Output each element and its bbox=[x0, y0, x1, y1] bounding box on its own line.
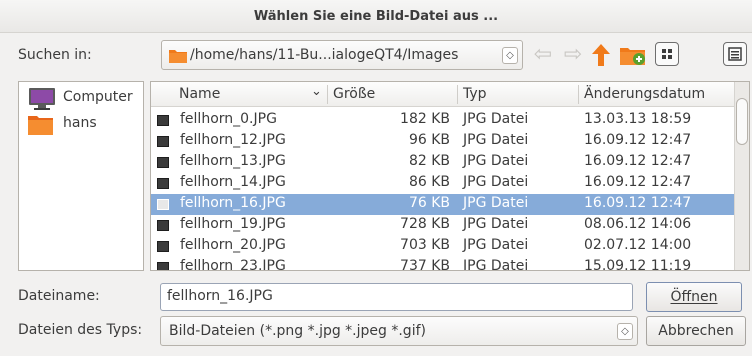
table-row[interactable]: fellhorn_23.JPG 737 KB JPG Datei 15.09.1… bbox=[151, 257, 735, 271]
file-date: 16.09.12 12:47 bbox=[584, 153, 692, 169]
file-date: 08.06.12 14:06 bbox=[584, 216, 692, 232]
file-date: 16.09.12 12:47 bbox=[584, 132, 692, 148]
column-size[interactable]: Größe bbox=[333, 86, 375, 102]
column-divider[interactable] bbox=[457, 85, 458, 104]
back-icon[interactable]: ⇦ bbox=[531, 42, 555, 68]
combo-arrows-icon: ◇ bbox=[617, 323, 633, 340]
file-size: 703 KB bbox=[400, 237, 450, 253]
lookin-path: /home/hans/11-Bu...ialogeQT4/Images bbox=[190, 47, 459, 63]
file-size: 76 KB bbox=[408, 195, 450, 211]
filename-input[interactable]: fellhorn_16.JPG bbox=[160, 283, 633, 311]
column-name[interactable]: Name bbox=[179, 86, 220, 102]
file-date: 16.09.12 12:47 bbox=[584, 195, 692, 211]
places-sidebar: Computer hans bbox=[18, 81, 144, 271]
column-type[interactable]: Typ bbox=[463, 86, 487, 102]
table-row-selected[interactable]: fellhorn_16.JPG 76 KB JPG Datei 16.09.12… bbox=[151, 194, 735, 215]
file-list[interactable]: Name ⌄ Größe Typ Änderungsdatum fellhorn… bbox=[150, 81, 750, 271]
home-folder-icon bbox=[28, 116, 53, 135]
file-name: fellhorn_12.JPG bbox=[180, 132, 286, 148]
file-date: 16.09.12 12:47 bbox=[584, 174, 692, 190]
detail-mode-button[interactable] bbox=[723, 42, 747, 66]
sidebar-item-computer[interactable]: Computer bbox=[23, 86, 141, 112]
parent-directory-icon[interactable] bbox=[590, 43, 612, 67]
file-size: 96 KB bbox=[408, 132, 450, 148]
file-name: fellhorn_19.JPG bbox=[180, 216, 286, 232]
new-folder-icon[interactable] bbox=[619, 44, 647, 66]
list-mode-icon bbox=[662, 49, 672, 59]
table-row[interactable]: fellhorn_19.JPG 728 KB JPG Datei 08.06.1… bbox=[151, 215, 735, 236]
file-size: 86 KB bbox=[408, 174, 450, 190]
list-mode-button[interactable] bbox=[655, 42, 679, 66]
file-name: fellhorn_14.JPG bbox=[180, 174, 286, 190]
column-divider[interactable] bbox=[578, 85, 579, 104]
file-type: JPG Datei bbox=[463, 174, 529, 190]
file-type: JPG Datei bbox=[463, 216, 529, 232]
sidebar-item-label: hans bbox=[63, 115, 97, 131]
file-name: fellhorn_20.JPG bbox=[180, 237, 286, 253]
image-file-icon bbox=[157, 136, 169, 147]
table-row[interactable]: fellhorn_0.JPG 182 KB JPG Datei 13.03.13… bbox=[151, 110, 735, 131]
file-size: 82 KB bbox=[408, 153, 450, 169]
file-type: JPG Datei bbox=[463, 258, 529, 271]
table-row[interactable]: fellhorn_12.JPG 96 KB JPG Datei 16.09.12… bbox=[151, 131, 735, 152]
open-button[interactable]: Öffnen bbox=[646, 282, 742, 312]
table-row[interactable]: fellhorn_20.JPG 703 KB JPG Datei 02.07.1… bbox=[151, 236, 735, 257]
image-file-icon bbox=[157, 199, 169, 210]
image-file-icon bbox=[157, 157, 169, 168]
sidebar-item-label: Computer bbox=[63, 89, 133, 105]
scrollbar-thumb[interactable] bbox=[736, 98, 748, 145]
file-size: 728 KB bbox=[400, 216, 450, 232]
column-date[interactable]: Änderungsdatum bbox=[584, 86, 705, 102]
lookin-label: Suchen in: bbox=[18, 47, 92, 63]
column-header: Name ⌄ Größe Typ Änderungsdatum bbox=[151, 82, 735, 107]
file-type: JPG Datei bbox=[463, 195, 529, 211]
filetype-value: Bild-Dateien (*.png *.jpg *.jpeg *.gif) bbox=[169, 323, 426, 339]
image-file-icon bbox=[157, 115, 169, 126]
filetype-label: Dateien des Typs: bbox=[18, 322, 143, 338]
file-name: fellhorn_0.JPG bbox=[180, 111, 277, 127]
file-size: 182 KB bbox=[400, 111, 450, 127]
table-row[interactable]: fellhorn_13.JPG 82 KB JPG Datei 16.09.12… bbox=[151, 152, 735, 173]
lookin-combo[interactable]: /home/hans/11-Bu...ialogeQT4/Images ◇ bbox=[161, 40, 523, 70]
file-type: JPG Datei bbox=[463, 132, 529, 148]
forward-icon[interactable]: ⇨ bbox=[561, 42, 585, 68]
column-divider[interactable] bbox=[327, 85, 328, 104]
file-date: 15.09.12 11:19 bbox=[584, 258, 692, 271]
table-row[interactable]: fellhorn_14.JPG 86 KB JPG Datei 16.09.12… bbox=[151, 173, 735, 194]
image-file-icon bbox=[157, 178, 169, 189]
filename-value: fellhorn_16.JPG bbox=[167, 288, 273, 304]
computer-icon bbox=[29, 88, 55, 110]
file-type: JPG Datei bbox=[463, 237, 529, 253]
filetype-combo[interactable]: Bild-Dateien (*.png *.jpg *.jpeg *.gif) … bbox=[160, 316, 638, 346]
detail-mode-icon bbox=[728, 47, 742, 61]
sort-chevron-icon: ⌄ bbox=[311, 84, 322, 99]
file-type: JPG Datei bbox=[463, 153, 529, 169]
file-size: 737 KB bbox=[400, 258, 450, 271]
folder-icon bbox=[169, 50, 187, 63]
file-name: fellhorn_16.JPG bbox=[180, 195, 286, 211]
file-name: fellhorn_13.JPG bbox=[180, 153, 286, 169]
vertical-scrollbar[interactable] bbox=[734, 82, 749, 270]
file-date: 13.03.13 18:59 bbox=[584, 111, 692, 127]
file-date: 02.07.12 14:00 bbox=[584, 237, 692, 253]
cancel-button[interactable]: Abbrechen bbox=[646, 316, 746, 346]
window-title: Wählen Sie eine Bild-Datei aus ... bbox=[0, 0, 752, 33]
file-type: JPG Datei bbox=[463, 111, 529, 127]
image-file-icon bbox=[157, 241, 169, 252]
sidebar-item-hans[interactable]: hans bbox=[23, 112, 141, 138]
combo-arrows-icon: ◇ bbox=[502, 47, 518, 64]
image-file-icon bbox=[157, 262, 169, 270]
open-button-label: Öffnen bbox=[670, 289, 718, 305]
file-name: fellhorn_23.JPG bbox=[180, 258, 286, 271]
filename-label: Dateiname: bbox=[18, 288, 100, 304]
image-file-icon bbox=[157, 220, 169, 231]
